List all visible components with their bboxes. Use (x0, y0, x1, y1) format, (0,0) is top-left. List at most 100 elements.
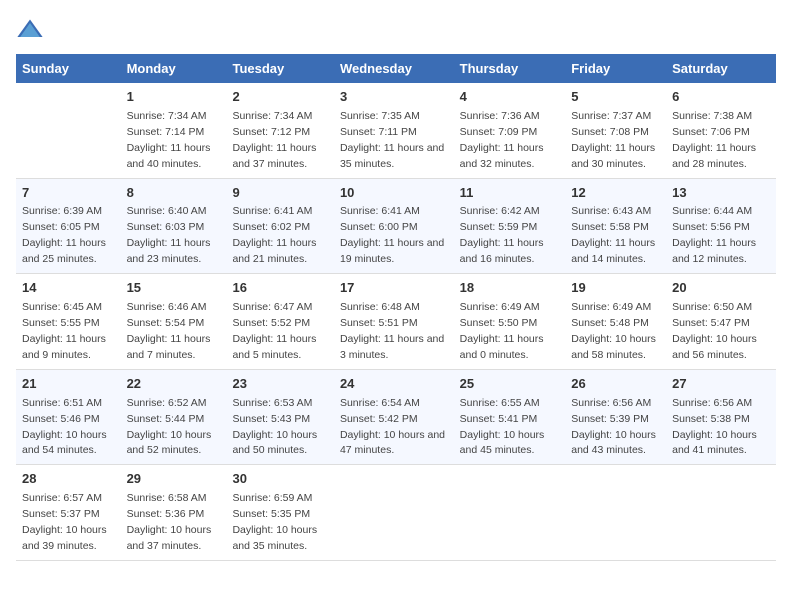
daylight-info: Daylight: 11 hours and 14 minutes. (571, 237, 655, 265)
column-header-monday: Monday (121, 54, 227, 83)
column-header-friday: Friday (565, 54, 666, 83)
column-header-tuesday: Tuesday (226, 54, 333, 83)
calendar-cell: 9Sunrise: 6:41 AMSunset: 6:02 PMDaylight… (226, 178, 333, 274)
sunrise-info: Sunrise: 6:56 AM (672, 397, 752, 409)
sunrise-info: Sunrise: 6:48 AM (340, 301, 420, 313)
sunrise-info: Sunrise: 6:49 AM (571, 301, 651, 313)
column-header-sunday: Sunday (16, 54, 121, 83)
sunset-info: Sunset: 5:35 PM (232, 508, 310, 520)
calendar-cell (666, 465, 776, 561)
calendar-cell: 26Sunrise: 6:56 AMSunset: 5:39 PMDayligh… (565, 369, 666, 465)
sunset-info: Sunset: 5:43 PM (232, 413, 310, 425)
day-number: 8 (127, 184, 221, 203)
daylight-info: Daylight: 11 hours and 12 minutes. (672, 237, 756, 265)
sunset-info: Sunset: 7:09 PM (460, 126, 538, 138)
daylight-info: Daylight: 11 hours and 35 minutes. (340, 142, 444, 170)
sunrise-info: Sunrise: 6:57 AM (22, 492, 102, 504)
calendar-cell: 5 Sunrise: 7:37 AM Sunset: 7:08 PM Daylight… (565, 83, 666, 178)
daylight-info: Daylight: 10 hours and 37 minutes. (127, 524, 212, 552)
daylight-info: Daylight: 10 hours and 35 minutes. (232, 524, 317, 552)
sunrise-info: Sunrise: 6:53 AM (232, 397, 312, 409)
calendar-cell: 23Sunrise: 6:53 AMSunset: 5:43 PMDayligh… (226, 369, 333, 465)
calendar-cell: 11Sunrise: 6:42 AMSunset: 5:59 PMDayligh… (454, 178, 566, 274)
day-number: 27 (672, 375, 770, 394)
sunrise-info: Sunrise: 6:47 AM (232, 301, 312, 313)
sunset-info: Sunset: 5:46 PM (22, 413, 100, 425)
calendar-cell: 8 Sunrise: 6:40 AM Sunset: 6:03 PM Daylight… (121, 178, 227, 274)
sunset-info: Sunset: 5:47 PM (672, 317, 750, 329)
daylight-info: Daylight: 10 hours and 52 minutes. (127, 429, 212, 457)
daylight-info: Daylight: 11 hours and 28 minutes. (672, 142, 756, 170)
day-number: 17 (340, 279, 448, 298)
sunrise-info: Sunrise: 6:54 AM (340, 397, 420, 409)
calendar-cell (565, 465, 666, 561)
sunset-info: Sunset: 5:44 PM (127, 413, 205, 425)
sunrise-info: Sunrise: 7:36 AM (460, 110, 540, 122)
sunrise-info: Sunrise: 7:38 AM (672, 110, 752, 122)
day-number: 14 (22, 279, 115, 298)
daylight-info: Daylight: 11 hours and 30 minutes. (571, 142, 655, 170)
column-header-saturday: Saturday (666, 54, 776, 83)
day-number: 21 (22, 375, 115, 394)
daylight-info: Daylight: 11 hours and 37 minutes. (232, 142, 316, 170)
day-number: 1 (127, 88, 221, 107)
day-number: 20 (672, 279, 770, 298)
sunrise-info: Sunrise: 6:56 AM (571, 397, 651, 409)
day-number: 10 (340, 184, 448, 203)
daylight-info: Daylight: 11 hours and 16 minutes. (460, 237, 544, 265)
daylight-info: Daylight: 11 hours and 23 minutes. (127, 237, 211, 265)
sunset-info: Sunset: 5:39 PM (571, 413, 649, 425)
sunset-info: Sunset: 6:03 PM (127, 221, 205, 233)
day-number: 5 (571, 88, 660, 107)
sunset-info: Sunset: 6:00 PM (340, 221, 418, 233)
day-number: 15 (127, 279, 221, 298)
sunrise-info: Sunrise: 6:44 AM (672, 205, 752, 217)
sunrise-info: Sunrise: 7:35 AM (340, 110, 420, 122)
sunrise-info: Sunrise: 7:37 AM (571, 110, 651, 122)
day-number: 28 (22, 470, 115, 489)
daylight-info: Daylight: 11 hours and 7 minutes. (127, 333, 211, 361)
calendar-cell (334, 465, 454, 561)
day-number: 3 (340, 88, 448, 107)
sunset-info: Sunset: 5:56 PM (672, 221, 750, 233)
sunset-info: Sunset: 5:52 PM (232, 317, 310, 329)
day-number: 16 (232, 279, 327, 298)
daylight-info: Daylight: 11 hours and 5 minutes. (232, 333, 316, 361)
sunrise-info: Sunrise: 6:39 AM (22, 205, 102, 217)
sunset-info: Sunset: 5:37 PM (22, 508, 100, 520)
day-number: 9 (232, 184, 327, 203)
sunset-info: Sunset: 7:12 PM (232, 126, 310, 138)
calendar-body: 1Sunrise: 7:34 AMSunset: 7:14 PMDaylight… (16, 83, 776, 560)
calendar-cell: 17Sunrise: 6:48 AMSunset: 5:51 PMDayligh… (334, 274, 454, 370)
calendar-cell: 15Sunrise: 6:46 AMSunset: 5:54 PMDayligh… (121, 274, 227, 370)
calendar-cell: 10Sunrise: 6:41 AMSunset: 6:00 PMDayligh… (334, 178, 454, 274)
day-number: 7 (22, 184, 115, 203)
calendar-cell: 30Sunrise: 6:59 AMSunset: 5:35 PMDayligh… (226, 465, 333, 561)
calendar-cell: 24Sunrise: 6:54 AMSunset: 5:42 PMDayligh… (334, 369, 454, 465)
sunset-info: Sunset: 6:05 PM (22, 221, 100, 233)
week-row-1: 1Sunrise: 7:34 AMSunset: 7:14 PMDaylight… (16, 83, 776, 178)
column-header-thursday: Thursday (454, 54, 566, 83)
sunset-info: Sunset: 5:38 PM (672, 413, 750, 425)
day-number: 4 (460, 88, 560, 107)
daylight-info: Daylight: 10 hours and 47 minutes. (340, 429, 445, 457)
calendar-header: SundayMondayTuesdayWednesdayThursdayFrid… (16, 54, 776, 83)
sunset-info: Sunset: 7:08 PM (571, 126, 649, 138)
daylight-info: Daylight: 10 hours and 54 minutes. (22, 429, 107, 457)
calendar-cell: 6Sunrise: 7:38 AMSunset: 7:06 PMDaylight… (666, 83, 776, 178)
day-number: 11 (460, 184, 560, 203)
sunset-info: Sunset: 5:58 PM (571, 221, 649, 233)
day-number: 25 (460, 375, 560, 394)
calendar-cell: 27Sunrise: 6:56 AMSunset: 5:38 PMDayligh… (666, 369, 776, 465)
calendar-cell: 19Sunrise: 6:49 AMSunset: 5:48 PMDayligh… (565, 274, 666, 370)
sunrise-info: Sunrise: 7:34 AM (232, 110, 312, 122)
sunset-info: Sunset: 5:48 PM (571, 317, 649, 329)
sunrise-info: Sunrise: 6:40 AM (127, 205, 207, 217)
daylight-info: Daylight: 11 hours and 40 minutes. (127, 142, 211, 170)
week-row-3: 14Sunrise: 6:45 AMSunset: 5:55 PMDayligh… (16, 274, 776, 370)
day-number: 13 (672, 184, 770, 203)
calendar-cell: 4Sunrise: 7:36 AMSunset: 7:09 PMDaylight… (454, 83, 566, 178)
daylight-info: Daylight: 11 hours and 19 minutes. (340, 237, 444, 265)
calendar-cell: 16 Sunrise: 6:47 AM Sunset: 5:52 PM Dayligh… (226, 274, 333, 370)
sunset-info: Sunset: 7:11 PM (340, 126, 417, 138)
